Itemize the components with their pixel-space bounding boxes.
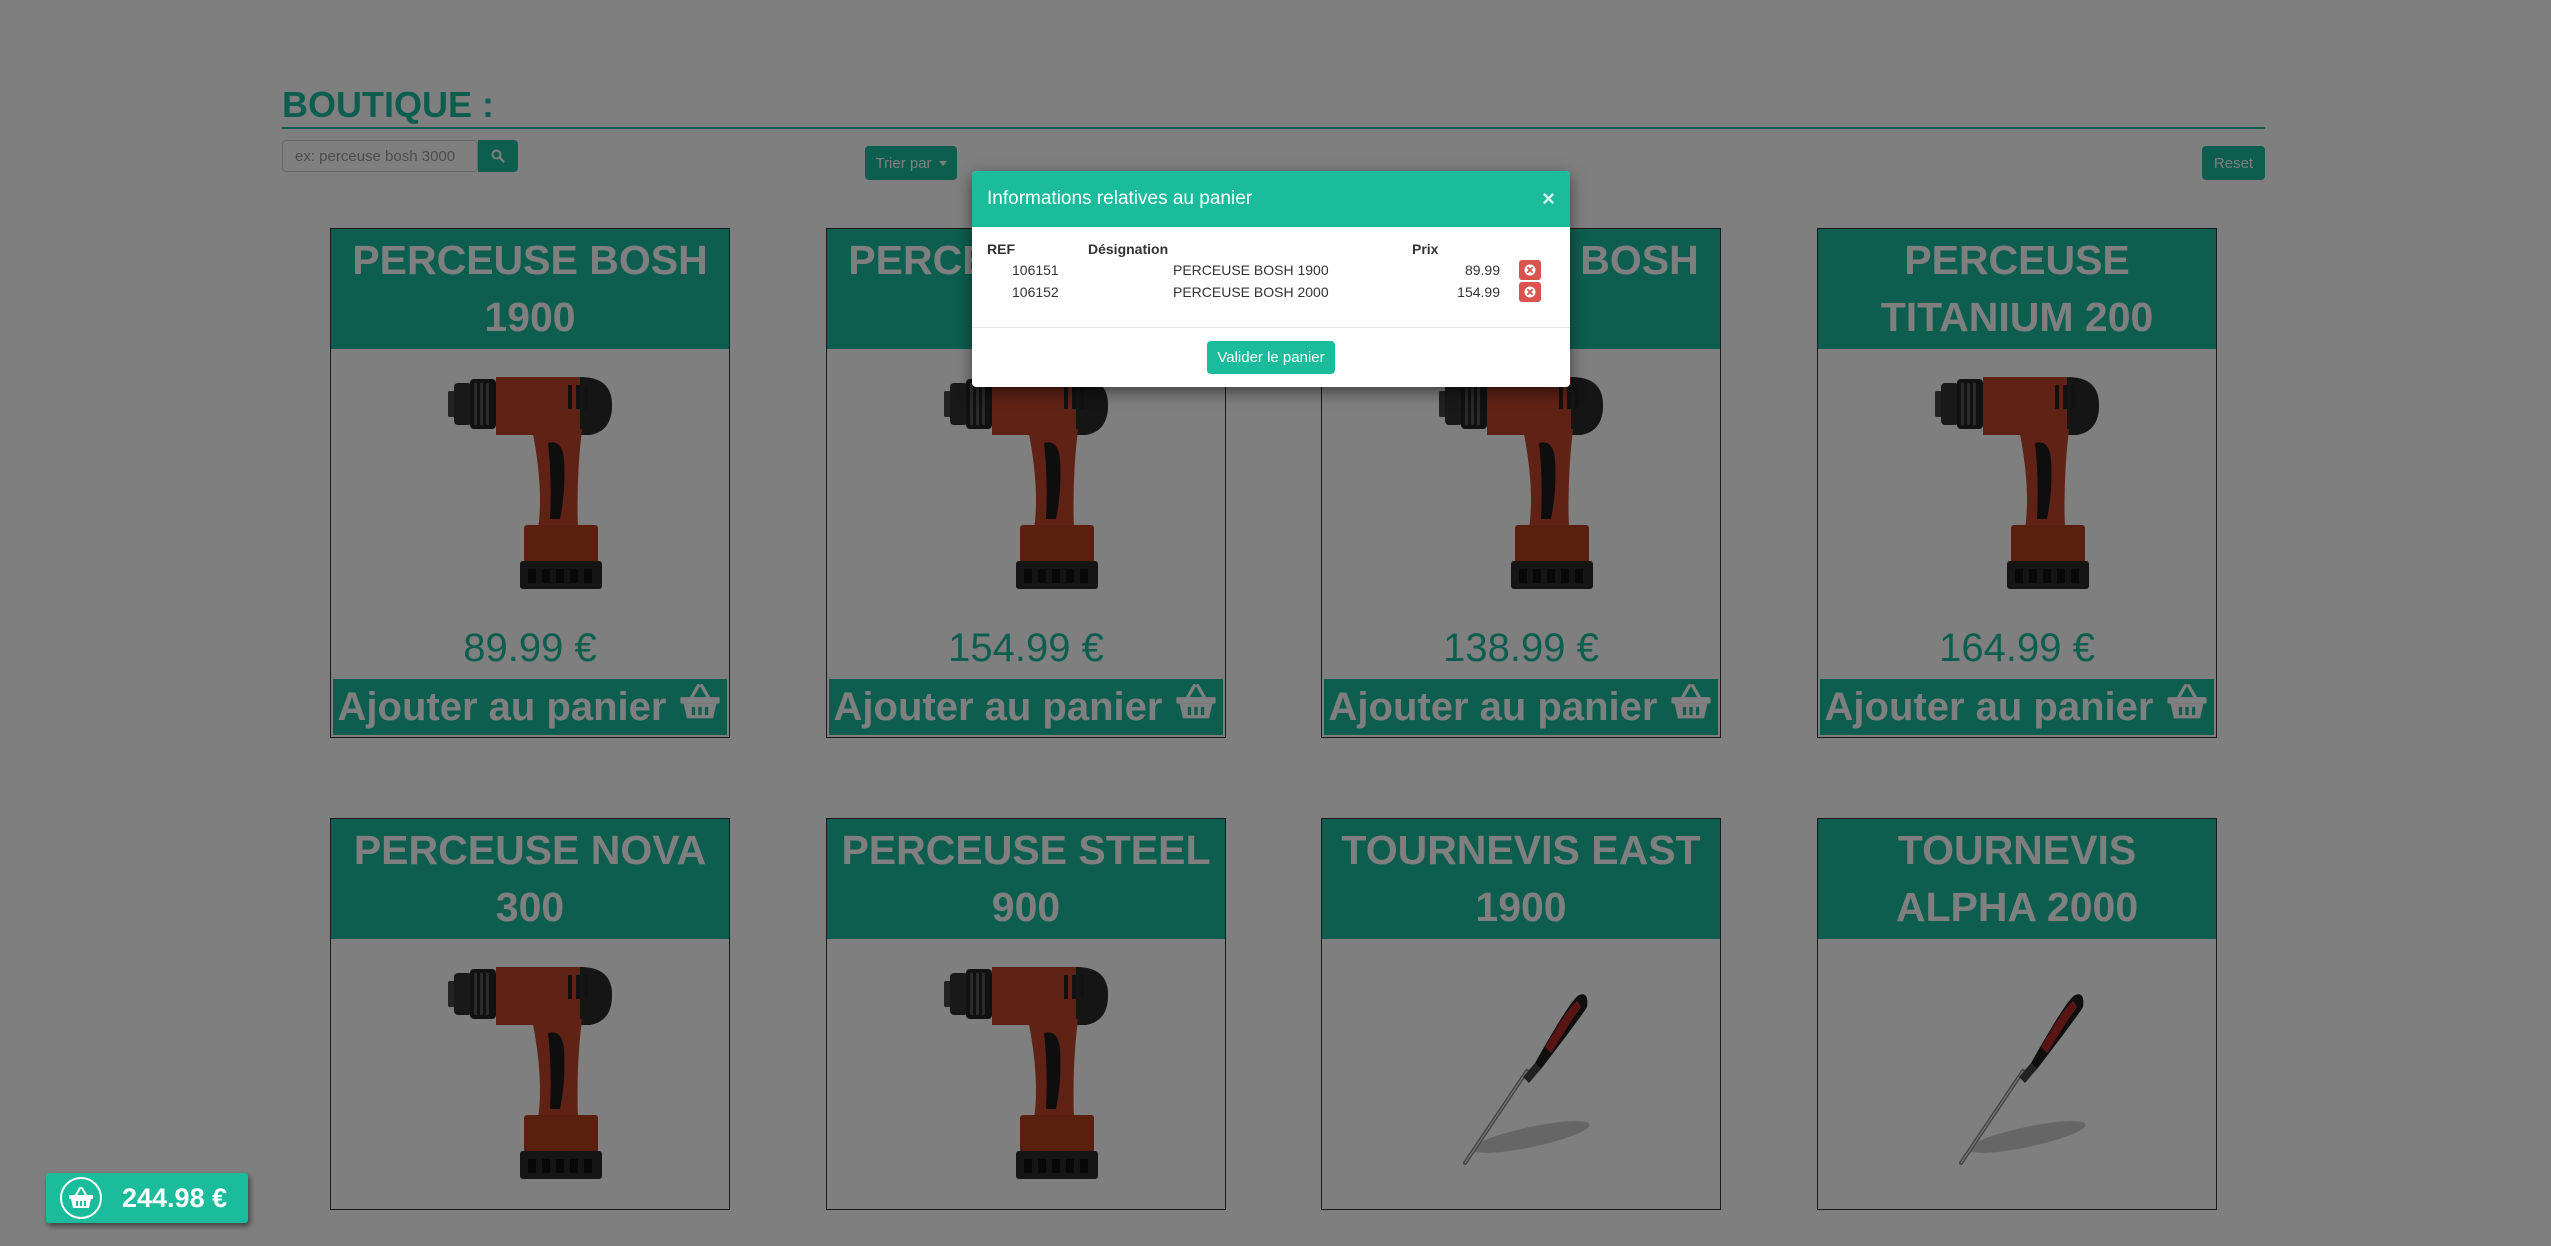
basket-icon <box>60 1177 102 1219</box>
column-header-actions <box>1500 239 1555 259</box>
cart-row-actions <box>1500 259 1555 281</box>
cart-row: 106151 PERCEUSE BOSH 1900 89.99 <box>987 259 1555 281</box>
cart-total-button[interactable]: 244.98 € <box>46 1173 248 1223</box>
close-icon[interactable]: × <box>1542 188 1555 210</box>
cart-row-price: 154.99 <box>1457 284 1500 300</box>
modal-footer: Valider le panier <box>972 327 1570 387</box>
remove-circle-icon <box>1524 264 1536 276</box>
remove-item-button[interactable] <box>1519 260 1541 280</box>
column-header-designation: Désignation <box>1088 241 1169 257</box>
cart-row-ref: 106152 <box>1012 284 1059 300</box>
cart-row-ref: 106151 <box>1012 262 1059 278</box>
column-header-price: Prix <box>1412 241 1439 257</box>
modal-title: Informations relatives au panier <box>987 188 1253 209</box>
cart-row-actions <box>1500 281 1555 303</box>
cart-table: REF Désignation Prix 106151 PERCEUSE BOSH… <box>987 239 1555 303</box>
modal-body: REF Désignation Prix 106151 PERCEUSE BOSH… <box>972 227 1570 327</box>
modal-header: Informations relatives au panier × <box>972 171 1570 227</box>
column-header-ref: REF <box>987 241 1015 257</box>
cart-row-price: 89.99 <box>1464 262 1500 278</box>
cart-total: 244.98 € <box>122 1182 228 1213</box>
cart-row: 106152 PERCEUSE BOSH 2000 154.99 <box>987 281 1555 303</box>
cart-row-designation: PERCEUSE BOSH 2000 <box>1173 284 1329 300</box>
table-header-row: REF Désignation Prix <box>987 239 1555 259</box>
remove-circle-icon <box>1524 286 1536 298</box>
cart-row-designation: PERCEUSE BOSH 1900 <box>1173 262 1329 278</box>
cart-modal: Informations relatives au panier × REF D… <box>972 171 1570 387</box>
validate-cart-button[interactable]: Valider le panier <box>1207 341 1335 374</box>
remove-item-button[interactable] <box>1519 282 1541 302</box>
